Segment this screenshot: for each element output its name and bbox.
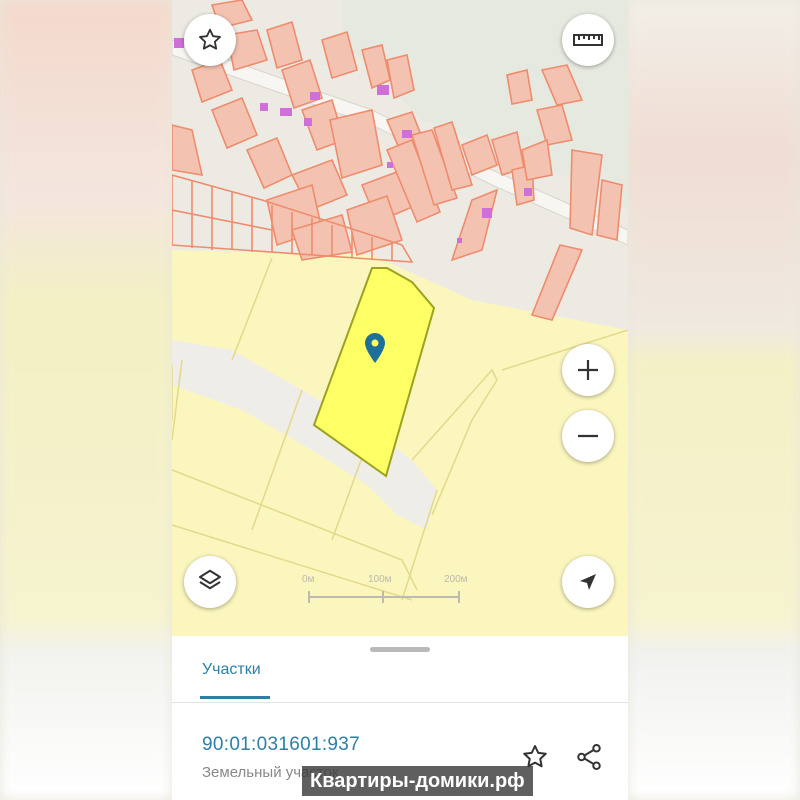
star-outline-icon bbox=[199, 28, 221, 50]
tab-parcels[interactable]: Участки bbox=[202, 661, 261, 679]
backdrop-left bbox=[0, 0, 172, 800]
share-parcel-button[interactable] bbox=[572, 740, 606, 774]
favorites-button[interactable] bbox=[184, 14, 236, 66]
scale-tick bbox=[458, 591, 460, 603]
my-location-button[interactable] bbox=[562, 556, 614, 608]
cadastral-map[interactable] bbox=[172, 0, 628, 636]
scale-label-100: 100м bbox=[368, 574, 392, 585]
layers-icon bbox=[199, 569, 221, 590]
scale-line bbox=[308, 596, 460, 598]
sheet-tabs: Участки bbox=[172, 656, 628, 703]
scale-tick bbox=[308, 591, 310, 603]
site-watermark: Квартиры-домики.рф bbox=[302, 766, 533, 796]
share-icon bbox=[577, 744, 601, 770]
ruler-button[interactable] bbox=[562, 14, 614, 66]
layers-button[interactable] bbox=[184, 556, 236, 608]
navigation-arrow-icon bbox=[580, 574, 596, 590]
map-view[interactable]: 0м 100м 200м bbox=[172, 0, 628, 636]
tab-indicator bbox=[200, 696, 270, 699]
sheet-drag-handle[interactable] bbox=[370, 647, 430, 652]
minus-icon bbox=[578, 434, 598, 438]
zoom-in-button[interactable] bbox=[562, 344, 614, 396]
backdrop-right bbox=[628, 0, 800, 800]
map-scale-bar: 0м 100м 200м bbox=[302, 574, 472, 604]
zoom-out-button[interactable] bbox=[562, 410, 614, 462]
scale-label-0: 0м bbox=[302, 574, 315, 585]
ruler-icon bbox=[573, 34, 603, 46]
parcel-number[interactable]: 90:01:031601:937 bbox=[202, 734, 360, 756]
app-screen: 0м 100м 200м Участки 90:01:031601:937 Зе… bbox=[172, 0, 628, 800]
scale-tick bbox=[382, 591, 384, 603]
scale-label-200: 200м bbox=[444, 574, 468, 585]
plus-icon bbox=[578, 360, 598, 380]
